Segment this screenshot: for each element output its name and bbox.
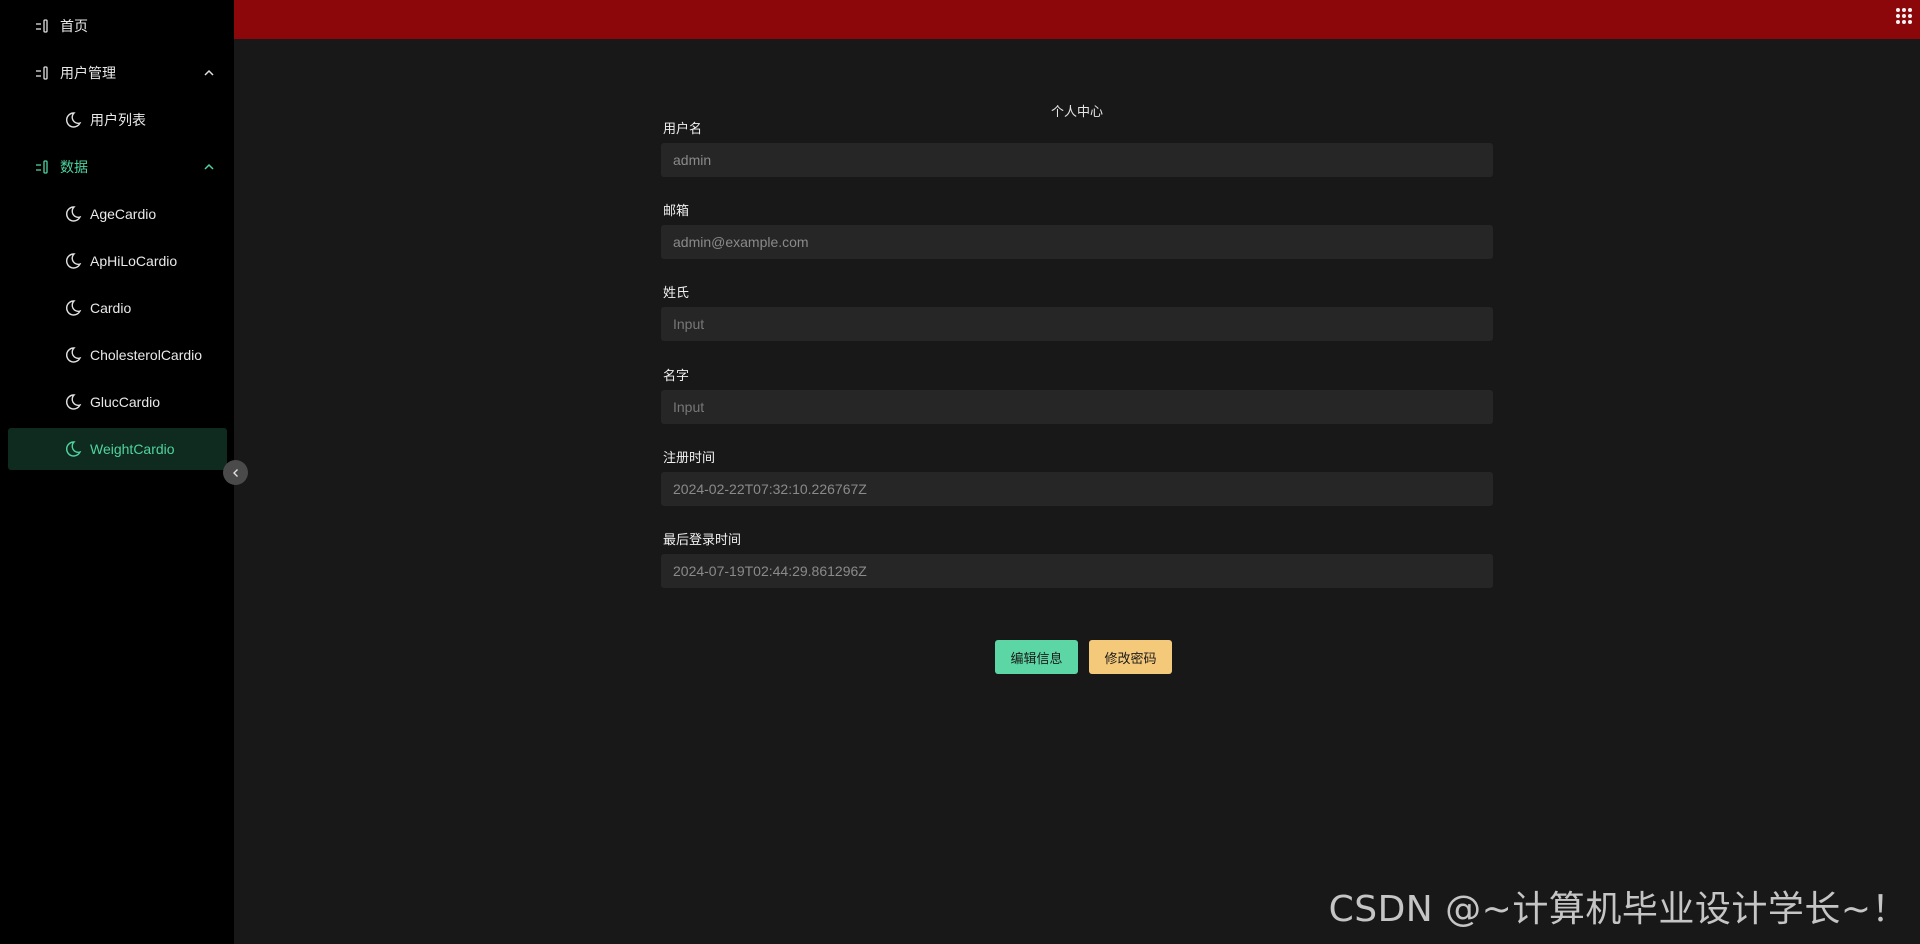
register-time-field: 注册时间 bbox=[661, 448, 1493, 506]
register-time-input[interactable] bbox=[661, 472, 1493, 506]
sidebar: 首页 用户管理 用户列表 数据 AgeCardio ApHiLoCardio C… bbox=[0, 0, 234, 944]
watermark: CSDN @~计算机毕业设计学长~！ bbox=[1328, 889, 1908, 930]
first-name-label: 名字 bbox=[663, 368, 690, 383]
chevron-up-icon bbox=[204, 69, 214, 76]
last-name-input[interactable] bbox=[661, 307, 1493, 341]
moon-icon bbox=[64, 205, 82, 223]
sidebar-item-label: CholesterolCardio bbox=[90, 347, 203, 363]
email-label: 邮箱 bbox=[663, 203, 690, 218]
moon-icon bbox=[64, 252, 82, 270]
last-login-label: 最后登录时间 bbox=[663, 532, 742, 547]
sidebar-item-label: 首页 bbox=[60, 18, 88, 34]
sidebar-item-label: WeightCardio bbox=[90, 441, 175, 457]
apps-grid-icon[interactable] bbox=[1894, 6, 1914, 26]
sidebar-item-label: 用户管理 bbox=[60, 65, 116, 81]
email-input[interactable] bbox=[661, 225, 1493, 259]
main-content: 个人中心 用户名 邮箱 姓氏 名字 注册时间 最后登录时间 编辑信息 修改密码 … bbox=[234, 39, 1920, 944]
sidebar-item-label: ApHiLoCardio bbox=[90, 253, 178, 269]
page-title: 个人中心 bbox=[1050, 104, 1103, 119]
menu-icon bbox=[34, 64, 52, 82]
sidebar-item-label: Cardio bbox=[90, 300, 132, 316]
sidebar-collapse-button[interactable] bbox=[223, 460, 248, 485]
moon-icon bbox=[64, 111, 82, 129]
first-name-input[interactable] bbox=[661, 390, 1493, 424]
sidebar-item-cardio[interactable]: Cardio bbox=[8, 287, 227, 329]
edit-info-button[interactable]: 编辑信息 bbox=[995, 640, 1078, 674]
sidebar-item-aphilocardio[interactable]: ApHiLoCardio bbox=[8, 240, 227, 282]
sidebar-item-user-list[interactable]: 用户列表 bbox=[8, 99, 227, 141]
sidebar-item-gluccardio[interactable]: GlucCardio bbox=[8, 381, 227, 423]
moon-icon bbox=[64, 393, 82, 411]
change-password-button[interactable]: 修改密码 bbox=[1089, 640, 1172, 674]
last-login-field: 最后登录时间 bbox=[661, 530, 1493, 588]
last-name-label: 姓氏 bbox=[663, 285, 690, 300]
chevron-up-icon bbox=[204, 163, 214, 170]
first-name-field: 名字 bbox=[661, 366, 1493, 424]
sidebar-item-agecardio[interactable]: AgeCardio bbox=[8, 193, 227, 235]
menu-icon bbox=[34, 158, 52, 176]
sidebar-item-home[interactable]: 首页 bbox=[8, 5, 227, 47]
username-label: 用户名 bbox=[663, 121, 703, 136]
moon-icon bbox=[64, 440, 82, 458]
sidebar-group-data[interactable]: 数据 bbox=[8, 146, 227, 188]
menu-icon bbox=[34, 17, 52, 35]
sidebar-group-user-management[interactable]: 用户管理 bbox=[8, 52, 227, 94]
email-field: 邮箱 bbox=[661, 201, 1493, 259]
username-field: 用户名 bbox=[661, 119, 1493, 177]
sidebar-item-label: AgeCardio bbox=[90, 206, 157, 222]
register-time-label: 注册时间 bbox=[663, 450, 716, 465]
sidebar-item-label: 数据 bbox=[60, 159, 88, 175]
sidebar-item-weightcardio[interactable]: WeightCardio bbox=[8, 428, 227, 470]
sidebar-item-label: 用户列表 bbox=[90, 112, 146, 128]
last-login-input[interactable] bbox=[661, 554, 1493, 588]
moon-icon bbox=[64, 299, 82, 317]
last-name-field: 姓氏 bbox=[661, 283, 1493, 341]
top-bar bbox=[234, 0, 1920, 39]
chevron-left-icon bbox=[232, 468, 238, 477]
sidebar-item-label: GlucCardio bbox=[90, 394, 161, 410]
moon-icon bbox=[64, 346, 82, 364]
username-input[interactable] bbox=[661, 143, 1493, 177]
sidebar-item-cholesterolcardio[interactable]: CholesterolCardio bbox=[8, 334, 227, 376]
